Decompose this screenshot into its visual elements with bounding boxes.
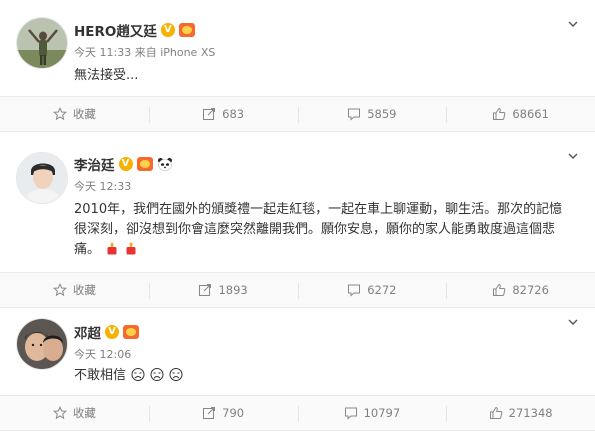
repost-button[interactable]: 1893	[148, 273, 298, 307]
verified-icon: V	[118, 157, 133, 171]
like-count: 82726	[512, 283, 549, 297]
candle-icon	[126, 242, 136, 255]
favorite-label: 收藏	[72, 107, 96, 121]
like-icon	[493, 107, 506, 120]
candle-icon	[107, 242, 117, 255]
comment-icon	[344, 407, 357, 420]
comment-button[interactable]: 6272	[297, 273, 447, 307]
like-button[interactable]: 82726	[446, 273, 595, 307]
post-li: 李治廷 V 今天 12:33 2010年，我們在國外的頒獎禮一起走紅毯，一起在車…	[0, 138, 595, 308]
favorite-button[interactable]: 收藏	[0, 273, 149, 307]
like-count: 271348	[508, 406, 553, 420]
like-count: 68661	[512, 107, 549, 121]
favorite-button[interactable]: 收藏	[0, 97, 149, 131]
post-deng: 邓超 V 今天 12:06 不敢相信 收藏 790 10797 271348	[0, 308, 595, 431]
comment-icon	[348, 108, 361, 121]
repost-button[interactable]: 790	[148, 396, 298, 430]
author-name[interactable]: 邓超	[74, 322, 101, 342]
repost-icon	[203, 407, 216, 419]
repost-icon	[199, 284, 212, 296]
crying-icon	[169, 368, 183, 381]
post-text: 不敢相信	[74, 366, 555, 386]
chevron-down-icon[interactable]	[567, 316, 579, 328]
comment-button[interactable]: 10797	[297, 396, 447, 430]
post-time[interactable]: 今天 11:33 来自 iPhone XS	[74, 44, 555, 60]
action-bar: 收藏 683 5859 68661	[0, 96, 595, 132]
post-text: 2010年，我們在國外的頒獎禮一起走紅毯，一起在車上聊運動，聊生活。那次的記憶很…	[74, 202, 563, 257]
like-icon	[489, 406, 503, 419]
action-bar: 收藏 790 10797 271348	[0, 395, 595, 431]
repost-count: 790	[222, 406, 245, 420]
post-hero: HERO趙又廷 V 今天 11:33 来自 iPhone XS 無法接受... …	[0, 0, 595, 132]
verified-icon: V	[105, 325, 119, 339]
post-time[interactable]: 今天 12:33	[74, 178, 555, 194]
chevron-down-icon[interactable]	[567, 150, 579, 162]
chevron-down-icon[interactable]	[567, 18, 579, 30]
favorite-label: 收藏	[72, 283, 96, 297]
author-row: 李治廷 V	[74, 154, 555, 174]
vip-badge-icon	[178, 23, 195, 37]
star-icon	[52, 406, 67, 420]
vip-badge-icon	[136, 157, 153, 171]
star-icon	[52, 107, 67, 121]
like-button[interactable]: 271348	[446, 396, 595, 430]
panda-icon	[157, 158, 172, 171]
post-time[interactable]: 今天 12:06	[74, 346, 555, 362]
comment-icon	[348, 284, 361, 297]
repost-count: 683	[222, 107, 245, 121]
like-icon	[493, 283, 506, 296]
vip-badge-icon	[123, 325, 139, 339]
repost-count: 1893	[218, 283, 248, 297]
repost-button[interactable]: 683	[148, 97, 298, 131]
comment-button[interactable]: 5859	[297, 97, 447, 131]
favorite-label: 收藏	[72, 406, 96, 420]
comment-count: 5859	[367, 107, 397, 121]
repost-icon	[203, 108, 216, 120]
crying-icon	[131, 368, 145, 381]
star-icon	[52, 283, 67, 297]
author-row: HERO趙又廷 V	[74, 20, 555, 40]
comment-count: 6272	[367, 283, 397, 297]
action-bar: 收藏 1893 6272 82726	[0, 272, 595, 308]
like-button[interactable]: 68661	[446, 97, 595, 131]
author-name[interactable]: HERO趙又廷	[74, 20, 157, 40]
crying-icon	[150, 368, 164, 381]
favorite-button[interactable]: 收藏	[0, 396, 149, 430]
post-text: 無法接受...	[74, 68, 139, 83]
comment-count: 10797	[363, 406, 401, 420]
author-row: 邓超 V	[74, 322, 555, 342]
author-name[interactable]: 李治廷	[74, 154, 115, 174]
verified-icon: V	[160, 23, 175, 37]
